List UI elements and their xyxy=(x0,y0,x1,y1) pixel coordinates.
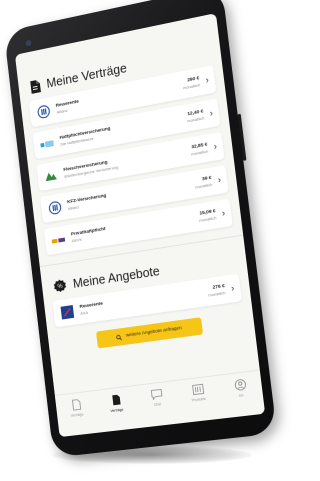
chevron-right-icon: › xyxy=(221,207,226,219)
nav-label: Verträge xyxy=(70,412,84,418)
chevron-right-icon: › xyxy=(217,174,222,185)
phone-body: Meine Verträge Reiserente Allianz 290 € … xyxy=(3,0,277,458)
nav-item-products[interactable]: Produkte xyxy=(182,383,214,404)
nav-item-contracts[interactable]: Verträge xyxy=(101,393,132,414)
search-icon xyxy=(116,334,122,341)
document-active-icon xyxy=(111,394,121,406)
haftpflichtkasse-logo xyxy=(39,135,56,153)
chevron-right-icon: › xyxy=(230,282,235,294)
nav-label: Produkte xyxy=(191,396,207,403)
nav-label: Verträge xyxy=(110,407,124,414)
barcode-icon xyxy=(192,384,204,395)
front-camera xyxy=(25,39,32,47)
chevron-right-icon: › xyxy=(209,107,214,119)
axa-logo xyxy=(58,303,75,321)
devk-logo xyxy=(50,231,67,249)
nav-item-profile[interactable]: Ich xyxy=(224,377,257,399)
nav-label: Ich xyxy=(238,393,244,398)
nav-label: Chat xyxy=(153,402,162,408)
chevron-right-icon: › xyxy=(204,74,210,86)
offer-period: monatlich xyxy=(208,290,226,298)
phone-side-button xyxy=(237,113,247,161)
nav-item-chat[interactable]: Chat xyxy=(141,388,172,409)
svg-text:%: % xyxy=(57,284,63,291)
chevron-right-icon: › xyxy=(213,140,218,152)
document-icon xyxy=(30,78,41,94)
phone-mockup: Meine Verträge Reiserente Allianz 290 € … xyxy=(3,0,277,458)
nav-item-documents[interactable]: Verträge xyxy=(61,398,91,419)
wuerttembergische-logo xyxy=(42,167,59,185)
bottom-nav: Verträge Verträge Chat Produkte Ich xyxy=(54,369,266,438)
seal-icon: % xyxy=(53,278,67,293)
chat-icon xyxy=(150,389,162,400)
allianz-logo xyxy=(35,103,52,121)
request-offers-button[interactable]: weitere Angebote anfragen xyxy=(95,317,204,349)
document-icon xyxy=(71,399,81,411)
allianz-logo xyxy=(46,199,63,217)
request-offers-label: weitere Angebote anfragen xyxy=(125,326,183,339)
app-screen: Meine Verträge Reiserente Allianz 290 € … xyxy=(14,13,266,438)
profile-icon xyxy=(234,379,247,392)
